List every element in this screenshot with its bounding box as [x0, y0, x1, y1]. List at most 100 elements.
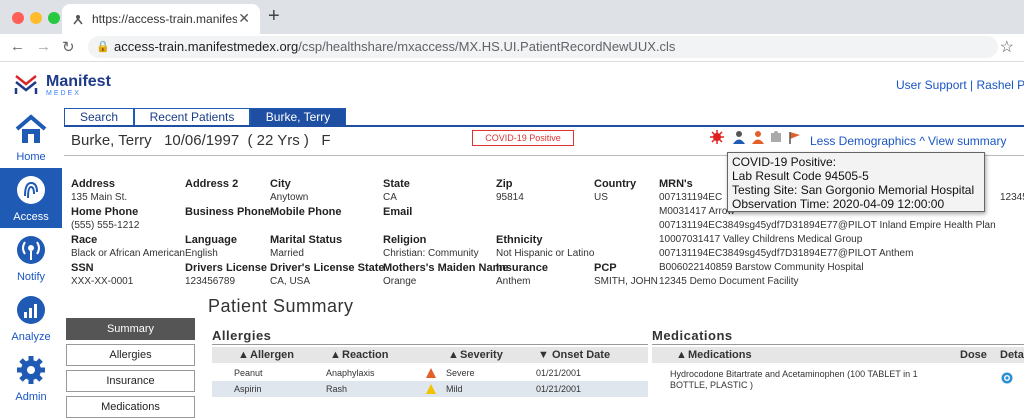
zip-value: 95814	[496, 192, 524, 203]
email-label: Email	[383, 206, 413, 218]
sidebar-label-admin: Admin	[15, 391, 47, 403]
puzzle-icon[interactable]	[769, 130, 783, 144]
col-onset-date[interactable]: Onset Date	[552, 349, 610, 361]
tooltip-line: Testing Site: San Gorgonio Memorial Hosp…	[732, 183, 975, 197]
view-summary-link[interactable]: View summary	[928, 134, 1006, 148]
sort-icon[interactable]: ▲	[238, 349, 249, 361]
onset-cell: 01/21/2001	[536, 384, 582, 394]
country-value: US	[594, 192, 608, 203]
address2-label: Address 2	[185, 178, 239, 190]
table-row[interactable]: Peanut Anaphylaxis Severe 01/21/2001	[212, 365, 648, 381]
address-bar: ← → ↻ 🔒 access-train.manifestmedex.org/c…	[0, 34, 1024, 62]
gear-icon	[17, 356, 45, 384]
severe-warning-icon	[426, 368, 436, 378]
url-host: access-train.manifestmedex.org	[114, 39, 299, 54]
patient-summary-title: Patient Summary	[208, 296, 354, 316]
minimize-window-button[interactable]	[30, 12, 42, 24]
drivers-license-state-label: Driver's License State	[270, 262, 385, 274]
close-tab-icon[interactable]: ✕	[238, 10, 250, 27]
new-tab-icon[interactable]: +	[268, 5, 280, 28]
sidebar-item-notify[interactable]: Notify	[0, 228, 62, 288]
onset-cell: 01/21/2001	[536, 368, 582, 378]
col-details[interactable]: Deta	[1000, 349, 1024, 361]
mrn-item: M0031417 Arrow	[659, 206, 735, 217]
mrns-label: MRN's	[659, 178, 693, 190]
ethnicity-label: Ethnicity	[496, 234, 543, 246]
col-allergen[interactable]: Allergen	[250, 349, 294, 361]
summary-nav-insurance[interactable]: Insurance	[66, 370, 195, 392]
tab-patient[interactable]: Burke, Terry	[250, 108, 346, 126]
tooltip-line: Observation Time: 2020-04-09 12:00:00	[732, 197, 945, 211]
reaction-cell: Rash	[326, 384, 348, 394]
maiden-name-value: Orange	[383, 276, 417, 287]
sidebar-item-access[interactable]: Access	[0, 168, 62, 228]
sort-icon[interactable]: ▲	[676, 349, 687, 361]
ssn-value: XXX-XX-0001	[71, 276, 134, 287]
marital-value: Married	[270, 248, 304, 259]
religion-label: Religion	[383, 234, 427, 246]
tooltip-line: Lab Result Code 94505-5	[732, 169, 869, 183]
mild-warning-icon	[426, 384, 436, 394]
pcp-label: PCP	[594, 262, 617, 274]
browser-tab-title: https://access-train.manifestm	[92, 12, 237, 26]
flag-icon[interactable]	[788, 130, 802, 144]
less-demographics-link[interactable]: Less Demographics ^	[810, 134, 925, 148]
browser-tab[interactable]: https://access-train.manifestm ✕	[62, 4, 260, 34]
maximize-window-button[interactable]	[48, 12, 60, 24]
details-icon[interactable]	[1001, 372, 1013, 384]
tab-recent-patients[interactable]: Recent Patients	[134, 108, 250, 126]
business-phone-label: Business Phone	[185, 206, 271, 218]
covid-badge[interactable]: COVID-19 Positive	[472, 130, 574, 146]
severity-cell: Mild	[446, 384, 463, 394]
religion-value: Christian: Community	[383, 248, 479, 259]
reload-icon[interactable]: ↻	[62, 38, 75, 56]
home-phone-label: Home Phone	[71, 206, 139, 218]
allergies-title: Allergies	[212, 328, 272, 343]
sort-icon[interactable]: ▲	[448, 349, 459, 361]
forward-icon[interactable]: →	[36, 38, 51, 55]
person-icon[interactable]	[732, 130, 746, 144]
manifest-logo-icon	[14, 75, 38, 94]
patient-banner: Burke, Terry 10/06/1997 ( 22 Yrs ) F	[71, 132, 331, 149]
back-icon[interactable]: ←	[10, 38, 25, 55]
virus-alert-icon[interactable]	[710, 130, 724, 144]
table-row[interactable]: Aspirin Rash Mild 01/21/2001	[212, 381, 648, 397]
logo-subtitle: MEDEX	[46, 90, 81, 97]
summary-nav-allergies[interactable]: Allergies	[66, 344, 195, 366]
sidebar-item-home[interactable]: Home	[0, 108, 62, 168]
url-path: /csp/healthshare/mxaccess/MX.HS.UI.Patie…	[298, 39, 676, 54]
insurance-label: Insurance	[496, 262, 548, 274]
summary-nav-medications[interactable]: Medications	[66, 396, 195, 418]
user-support-link[interactable]: User Support | Rashel P	[896, 78, 1024, 92]
allergen-cell: Peanut	[234, 368, 263, 378]
sidebar-item-admin[interactable]: Admin	[0, 348, 62, 408]
medication-cell-line1: Hydrocodone Bitartrate and Acetaminophen…	[670, 369, 918, 379]
language-label: Language	[185, 234, 237, 246]
right-edge-value: 12345	[1000, 192, 1024, 203]
col-reaction[interactable]: Reaction	[342, 349, 388, 361]
bookmark-star-icon[interactable]: ☆	[1000, 37, 1014, 57]
pcp-value: SMITH, JOHN	[594, 276, 658, 287]
state-value: CA	[383, 192, 397, 203]
col-severity[interactable]: Severity	[460, 349, 503, 361]
table-row[interactable]: Hydrocodone Bitartrate and Acetaminophen…	[652, 367, 1024, 397]
insurance-value: Anthem	[496, 276, 531, 287]
site-favicon-icon	[73, 15, 83, 25]
summary-nav-summary[interactable]: Summary	[66, 318, 195, 340]
col-medications[interactable]: Medications	[688, 349, 752, 361]
mrn-item: 007131194EC	[659, 192, 723, 203]
url-field[interactable]: 🔒 access-train.manifestmedex.org/csp/hea…	[88, 36, 998, 58]
contact-icon[interactable]	[751, 130, 765, 144]
sidebar-item-analyze[interactable]: Analyze	[0, 288, 62, 348]
allergies-divider	[212, 344, 648, 345]
tab-search[interactable]: Search	[64, 108, 134, 126]
tab-underline	[64, 125, 1024, 127]
browser-tab-bar: https://access-train.manifestm ✕ +	[0, 0, 1024, 34]
city-value: Anytown	[270, 192, 309, 203]
col-dose[interactable]: Dose	[960, 349, 987, 361]
sort-icon[interactable]: ▲	[330, 349, 341, 361]
sort-desc-icon[interactable]: ▼	[538, 349, 549, 361]
sidebar-label-notify: Notify	[16, 271, 46, 283]
close-window-button[interactable]	[12, 12, 24, 24]
mrn-item: 007131194EC3849sg45ydf7D31894E77@PILOT A…	[659, 248, 914, 259]
